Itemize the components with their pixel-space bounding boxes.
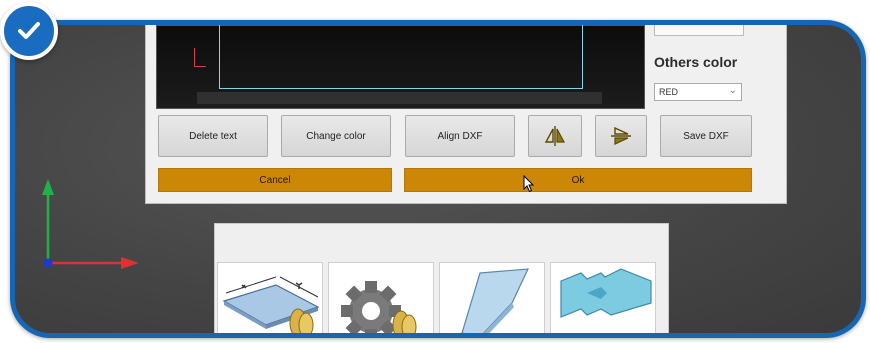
sheet-dimensions-icon [222, 276, 320, 333]
change-color-label: Change color [306, 130, 366, 142]
polygon-shape-icon [461, 268, 529, 333]
sheet-dimensions-tile[interactable] [217, 262, 323, 333]
delete-text-button[interactable]: Delete text [158, 115, 268, 157]
checkmark-badge [0, 2, 58, 60]
ok-label: Ok [571, 174, 585, 186]
side-panel: Others color RED ⌄ [650, 25, 780, 107]
dxf-dialog: Others color RED ⌄ Delete text Change co… [145, 25, 787, 204]
profile-shape-icon [560, 268, 652, 318]
xyz-axes-icon [42, 179, 139, 269]
polygon-shape-tile[interactable] [439, 262, 545, 333]
dxf-outline [219, 25, 583, 89]
others-color-label: Others color [654, 54, 738, 70]
canvas-ground [197, 92, 602, 104]
settings-tile[interactable] [328, 262, 434, 333]
chevron-down-icon: ⌄ [728, 85, 737, 96]
gear-icon [341, 281, 417, 333]
dxf-preview-canvas[interactable] [156, 25, 645, 109]
align-dxf-button[interactable]: Align DXF [405, 115, 515, 157]
mirror-horizontal-button[interactable] [595, 115, 647, 157]
canvas-axis-y [194, 48, 195, 66]
color-select-top[interactable] [654, 25, 744, 36]
cancel-label: Cancel [259, 174, 291, 186]
ok-button[interactable]: Ok [404, 168, 752, 192]
canvas-axis-x [194, 66, 206, 67]
save-dxf-label: Save DXF [683, 130, 729, 142]
others-color-select[interactable]: RED ⌄ [654, 83, 742, 101]
screenshot-frame: Others color RED ⌄ Delete text Change co… [10, 20, 866, 338]
mouse-cursor-icon [523, 175, 535, 193]
mirror-horizontal-icon [611, 126, 631, 145]
others-color-value: RED [659, 87, 679, 97]
tool-panel [214, 223, 669, 333]
cancel-button[interactable]: Cancel [158, 168, 392, 192]
checkmark-icon [18, 22, 40, 39]
mirror-vertical-icon [544, 126, 566, 146]
save-dxf-button[interactable]: Save DXF [660, 115, 752, 157]
change-color-button[interactable]: Change color [281, 115, 391, 157]
delete-text-label: Delete text [189, 130, 237, 142]
align-dxf-label: Align DXF [437, 130, 483, 142]
profile-shape-tile[interactable] [550, 262, 656, 333]
mirror-vertical-button[interactable] [528, 115, 582, 157]
